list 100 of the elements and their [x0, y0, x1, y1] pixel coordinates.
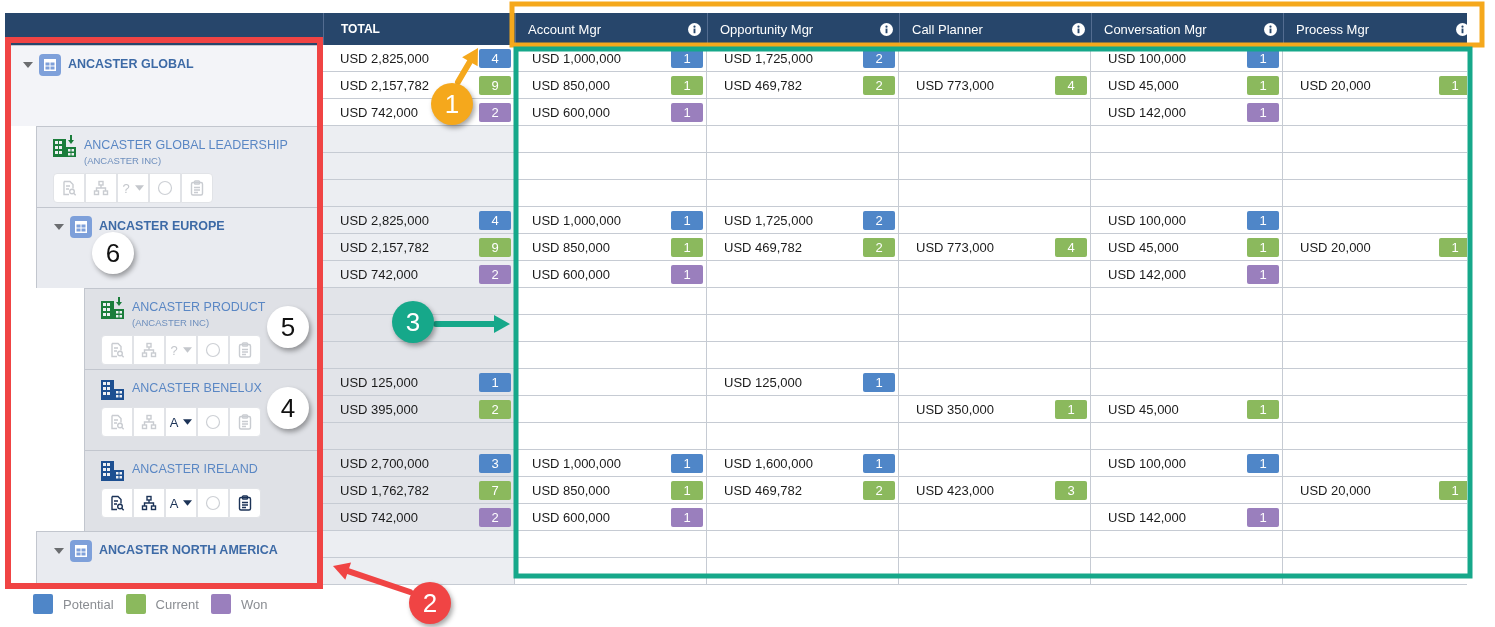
- count-badge[interactable]: 4: [479, 48, 511, 68]
- column-header: Process Mgr: [1296, 21, 1369, 37]
- legend-label: Potential: [63, 596, 114, 612]
- amount-text: USD 850,000: [532, 239, 611, 255]
- account-link[interactable]: ANCASTER GLOBAL: [68, 57, 194, 72]
- amount-text: USD 1,000,000: [532, 212, 621, 228]
- count-badge[interactable]: 1: [863, 453, 895, 473]
- amount-text: USD 125,000: [340, 374, 419, 390]
- count-badge[interactable]: 1: [671, 480, 703, 500]
- count-badge[interactable]: 2: [479, 507, 511, 527]
- count-badge[interactable]: 3: [1055, 480, 1087, 500]
- amount-text: USD 125,000: [724, 374, 803, 390]
- count-badge[interactable]: 7: [479, 480, 511, 500]
- count-badge[interactable]: 1: [671, 237, 703, 257]
- grade-dropdown[interactable]: ?: [165, 335, 197, 365]
- account-link[interactable]: ANCASTER NORTH AMERICA: [99, 543, 278, 558]
- amount-text: USD 142,000: [1108, 104, 1187, 120]
- amount-text: USD 20,000: [1300, 239, 1371, 255]
- count-badge[interactable]: 4: [479, 210, 511, 230]
- count-badge[interactable]: 2: [863, 480, 895, 500]
- count-badge[interactable]: 9: [479, 75, 511, 95]
- count-badge[interactable]: 1: [671, 453, 703, 473]
- count-badge[interactable]: 2: [479, 264, 511, 284]
- count-badge[interactable]: 2: [863, 210, 895, 230]
- column-header: TOTAL: [341, 22, 380, 36]
- count-badge[interactable]: 2: [479, 102, 511, 122]
- count-badge[interactable]: 1: [1247, 102, 1279, 122]
- count-badge[interactable]: 2: [863, 75, 895, 95]
- amount-text: USD 742,000: [340, 104, 419, 120]
- amount-text: USD 469,782: [724, 239, 803, 255]
- amount-text: USD 1,600,000: [724, 455, 813, 471]
- column-header: Account Mgr: [528, 21, 601, 37]
- amount-text: USD 20,000: [1300, 482, 1371, 498]
- amount-text: USD 1,762,782: [340, 482, 429, 498]
- column-header: Opportunity Mgr: [720, 21, 814, 37]
- grade-dropdown[interactable]: ?: [117, 173, 149, 203]
- account-link[interactable]: ANCASTER BENELUX: [132, 381, 262, 396]
- amount-text: USD 45,000: [1108, 77, 1179, 93]
- amount-text: USD 600,000: [532, 104, 611, 120]
- amount-text: USD 2,157,782: [340, 77, 429, 93]
- grade-dropdown[interactable]: A: [165, 407, 197, 437]
- amount-text: USD 100,000: [1108, 50, 1187, 66]
- count-badge[interactable]: 1: [1055, 399, 1087, 419]
- amount-text: USD 2,157,782: [340, 239, 429, 255]
- amount-text: USD 395,000: [340, 401, 419, 417]
- amount-text: USD 1,000,000: [532, 50, 621, 66]
- amount-text: USD 45,000: [1108, 239, 1179, 255]
- amount-text: USD 742,000: [340, 509, 419, 525]
- amount-text: USD 773,000: [916, 239, 995, 255]
- count-badge[interactable]: 1: [1247, 399, 1279, 419]
- amount-text: USD 142,000: [1108, 509, 1187, 525]
- count-badge[interactable]: 1: [671, 75, 703, 95]
- count-badge[interactable]: 1: [1247, 75, 1279, 95]
- count-badge[interactable]: 2: [863, 237, 895, 257]
- count-badge[interactable]: 1: [671, 210, 703, 230]
- count-badge[interactable]: 1: [1439, 480, 1467, 500]
- column-header: Conversation Mgr: [1104, 21, 1207, 37]
- count-badge[interactable]: 1: [671, 264, 703, 284]
- amount-text: USD 142,000: [1108, 266, 1187, 282]
- amount-text: USD 45,000: [1108, 401, 1179, 417]
- account-link[interactable]: ANCASTER IRELAND: [132, 462, 258, 477]
- count-badge[interactable]: 3: [479, 453, 511, 473]
- account-link[interactable]: ANCASTER EUROPE: [99, 219, 225, 234]
- account-parent-label: (ANCASTER INC): [84, 155, 163, 166]
- amount-text: USD 850,000: [532, 482, 611, 498]
- count-badge[interactable]: 1: [671, 507, 703, 527]
- account-link[interactable]: ANCASTER GLOBAL LEADERSHIP: [84, 138, 288, 153]
- count-badge[interactable]: 4: [1055, 237, 1087, 257]
- amount-text: USD 100,000: [1108, 212, 1187, 228]
- count-badge[interactable]: 1: [1247, 210, 1279, 230]
- amount-text: USD 600,000: [532, 509, 611, 525]
- amount-text: USD 20,000: [1300, 77, 1371, 93]
- grade-dropdown[interactable]: A: [165, 488, 197, 518]
- count-badge[interactable]: 1: [1247, 453, 1279, 473]
- amount-text: USD 423,000: [916, 482, 995, 498]
- count-badge[interactable]: 2: [479, 399, 511, 419]
- count-badge[interactable]: 1: [671, 102, 703, 122]
- count-badge[interactable]: 1: [1247, 237, 1279, 257]
- amount-text: USD 1,000,000: [532, 455, 621, 471]
- count-badge[interactable]: 1: [1247, 264, 1279, 284]
- count-badge[interactable]: 1: [1439, 237, 1467, 257]
- amount-text: USD 2,825,000: [340, 50, 429, 66]
- count-badge[interactable]: 1: [1247, 507, 1279, 527]
- count-badge[interactable]: 9: [479, 237, 511, 257]
- callout-number: 2: [409, 582, 451, 624]
- legend-label: Won: [240, 596, 268, 612]
- account-link[interactable]: ANCASTER PRODUCT: [132, 300, 266, 315]
- column-header: Call Planner: [912, 21, 983, 37]
- count-badge[interactable]: 1: [479, 372, 511, 392]
- amount-text: USD 2,700,000: [340, 455, 429, 471]
- amount-text: USD 100,000: [1108, 455, 1187, 471]
- amount-text: USD 600,000: [532, 266, 611, 282]
- count-badge[interactable]: 1: [863, 372, 895, 392]
- amount-text: USD 773,000: [916, 77, 995, 93]
- count-badge[interactable]: 1: [1439, 75, 1467, 95]
- amount-text: USD 1,725,000: [724, 50, 813, 66]
- account-parent-label: (ANCASTER INC): [132, 317, 211, 328]
- amount-text: USD 742,000: [340, 266, 419, 282]
- amount-text: USD 469,782: [724, 482, 803, 498]
- count-badge[interactable]: 4: [1055, 75, 1087, 95]
